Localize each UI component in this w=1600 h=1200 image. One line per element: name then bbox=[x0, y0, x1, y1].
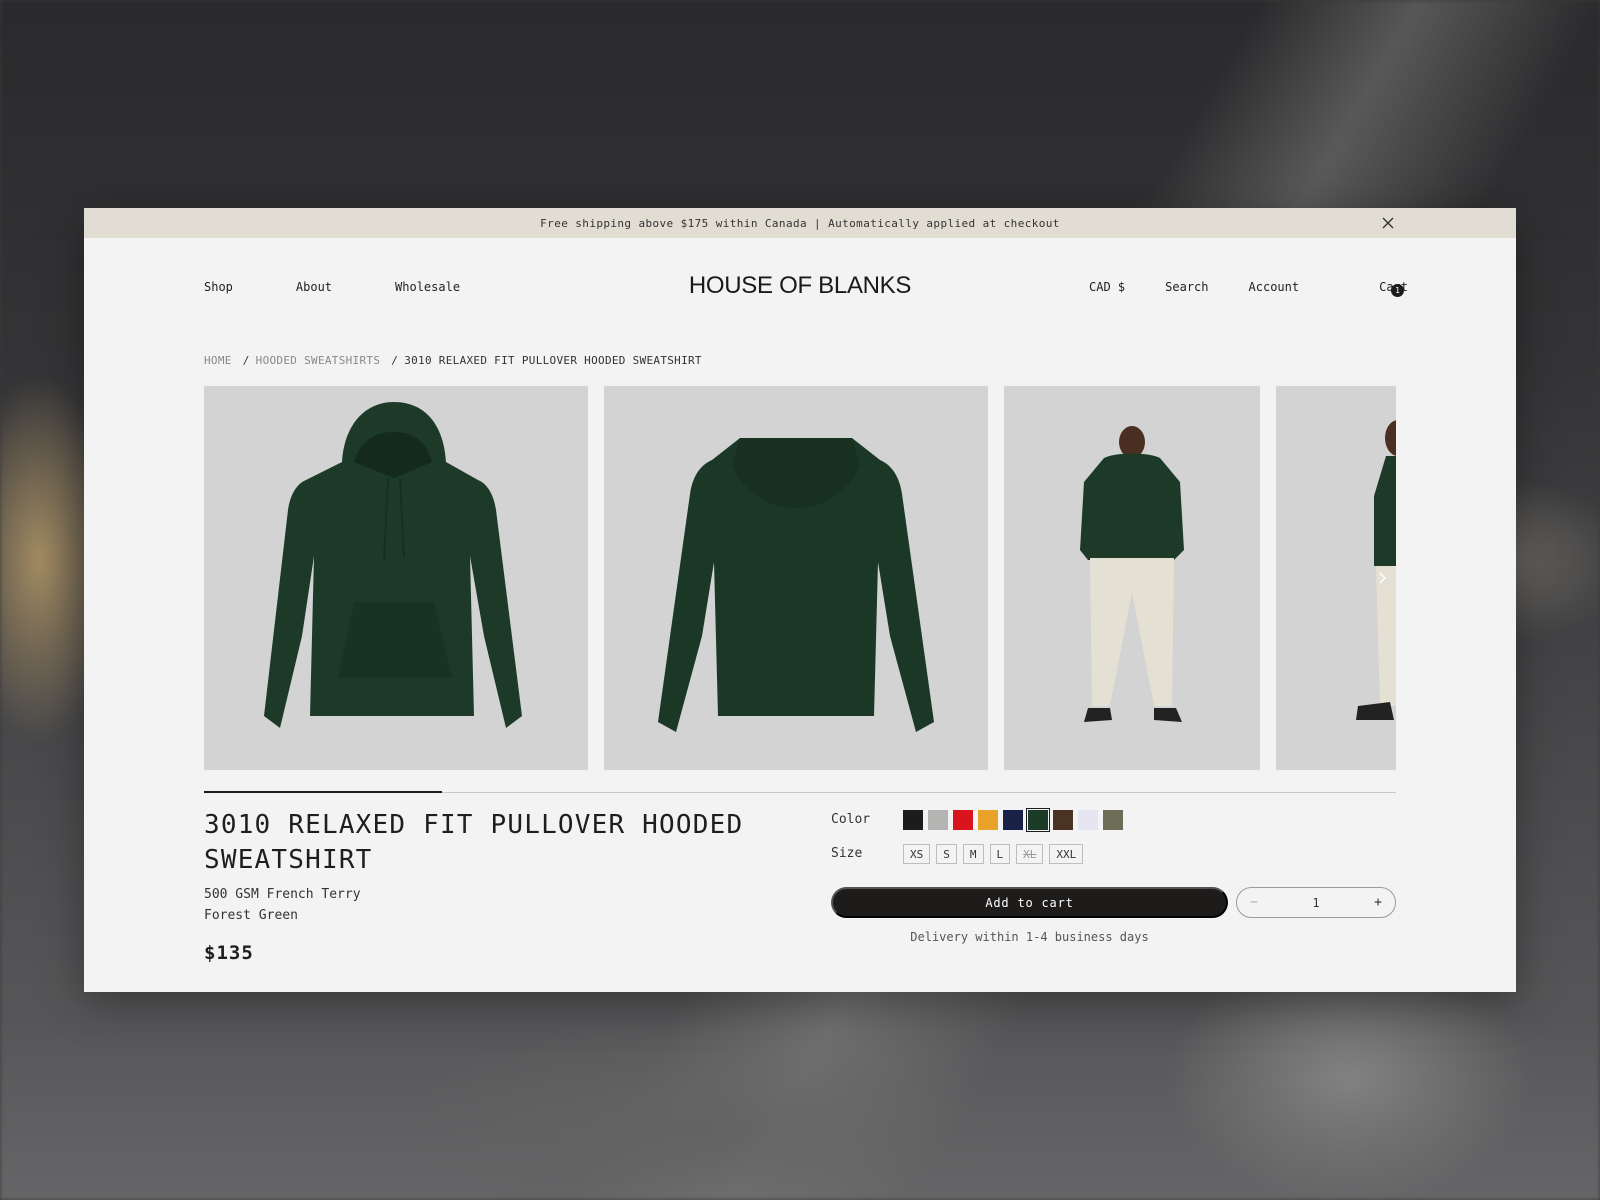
color-swatch[interactable] bbox=[1103, 810, 1123, 830]
color-swatch[interactable] bbox=[928, 810, 948, 830]
color-swatch[interactable] bbox=[1003, 810, 1023, 830]
gallery-image-hoodie-front[interactable] bbox=[204, 386, 588, 770]
cart-link[interactable]: Cart1 bbox=[1339, 280, 1408, 307]
search-link[interactable]: Search bbox=[1165, 280, 1208, 307]
announcement-text: Free shipping above $175 within Canada |… bbox=[540, 216, 1060, 230]
breadcrumb-separator: / bbox=[242, 354, 250, 367]
color-label: Color bbox=[831, 812, 871, 827]
size-option-s[interactable]: S bbox=[936, 844, 957, 864]
add-to-cart-button[interactable]: Add to cart bbox=[831, 887, 1228, 918]
quantity-stepper: − 1 + bbox=[1236, 887, 1396, 918]
product-title: 3010 RELAXED FIT PULLOVER HOODED SWEATSH… bbox=[204, 810, 744, 875]
breadcrumb-separator: / bbox=[391, 354, 399, 367]
increase-quantity-button[interactable]: + bbox=[1371, 895, 1385, 910]
announcement-bar: Free shipping above $175 within Canada |… bbox=[84, 208, 1516, 238]
size-label: Size bbox=[831, 846, 863, 861]
decrease-quantity-button[interactable]: − bbox=[1247, 895, 1261, 910]
size-option-xxl[interactable]: XXL bbox=[1049, 844, 1084, 864]
close-icon[interactable] bbox=[1380, 215, 1396, 231]
color-swatch[interactable] bbox=[1053, 810, 1073, 830]
cart-count-badge: 1 bbox=[1391, 284, 1405, 297]
color-swatch[interactable] bbox=[953, 810, 973, 830]
quantity-value[interactable]: 1 bbox=[1312, 896, 1319, 910]
gallery-image-hoodie-back[interactable] bbox=[604, 386, 988, 770]
hoodie-front-image bbox=[264, 402, 522, 728]
product-subtitle: 500 GSM French Terry Forest Green bbox=[204, 884, 361, 926]
size-option-xl[interactable]: XL bbox=[1016, 844, 1044, 864]
hoodie-back-image bbox=[658, 438, 934, 732]
product-price: $135 bbox=[204, 942, 254, 964]
size-options: XS S M L XL XXL bbox=[903, 844, 1084, 864]
breadcrumb-current: 3010 RELAXED FIT PULLOVER HOODED SWEATSH… bbox=[404, 354, 702, 367]
color-swatch[interactable] bbox=[1078, 810, 1098, 830]
gallery-progress-track bbox=[204, 791, 1396, 793]
browser-page: Free shipping above $175 within Canada |… bbox=[84, 208, 1516, 992]
product-gallery bbox=[204, 386, 1396, 770]
size-option-xs[interactable]: XS bbox=[903, 844, 931, 864]
chevron-right-icon[interactable] bbox=[1372, 568, 1392, 588]
size-option-l[interactable]: L bbox=[989, 844, 1011, 864]
color-swatch[interactable] bbox=[978, 810, 998, 830]
site-header: Shop About Wholesale HOUSE OF BLANKS CAD… bbox=[84, 238, 1516, 338]
gallery-image-model-front[interactable] bbox=[1004, 386, 1260, 770]
size-option-m[interactable]: M bbox=[962, 844, 984, 864]
delivery-note: Delivery within 1-4 business days bbox=[910, 930, 1149, 944]
gallery-progress-fill bbox=[204, 791, 443, 793]
breadcrumb-category[interactable]: HOODED SWEATSHIRTS bbox=[256, 354, 381, 367]
color-swatch[interactable] bbox=[903, 810, 923, 830]
color-swatches bbox=[903, 808, 1123, 832]
color-swatch[interactable] bbox=[1026, 808, 1050, 832]
account-link[interactable]: Account bbox=[1249, 280, 1300, 307]
utility-nav: CAD $ Search Account Cart1 bbox=[1049, 280, 1408, 307]
model-front-image bbox=[1080, 426, 1184, 722]
breadcrumb: HOME / HOODED SWEATSHIRTS / 3010 RELAXED FIT… bbox=[204, 354, 702, 367]
currency-selector[interactable]: CAD $ bbox=[1089, 280, 1125, 307]
breadcrumb-home[interactable]: HOME bbox=[204, 354, 232, 367]
product-fabric: 500 GSM French Terry bbox=[204, 887, 361, 902]
product-color-name: Forest Green bbox=[204, 908, 298, 923]
